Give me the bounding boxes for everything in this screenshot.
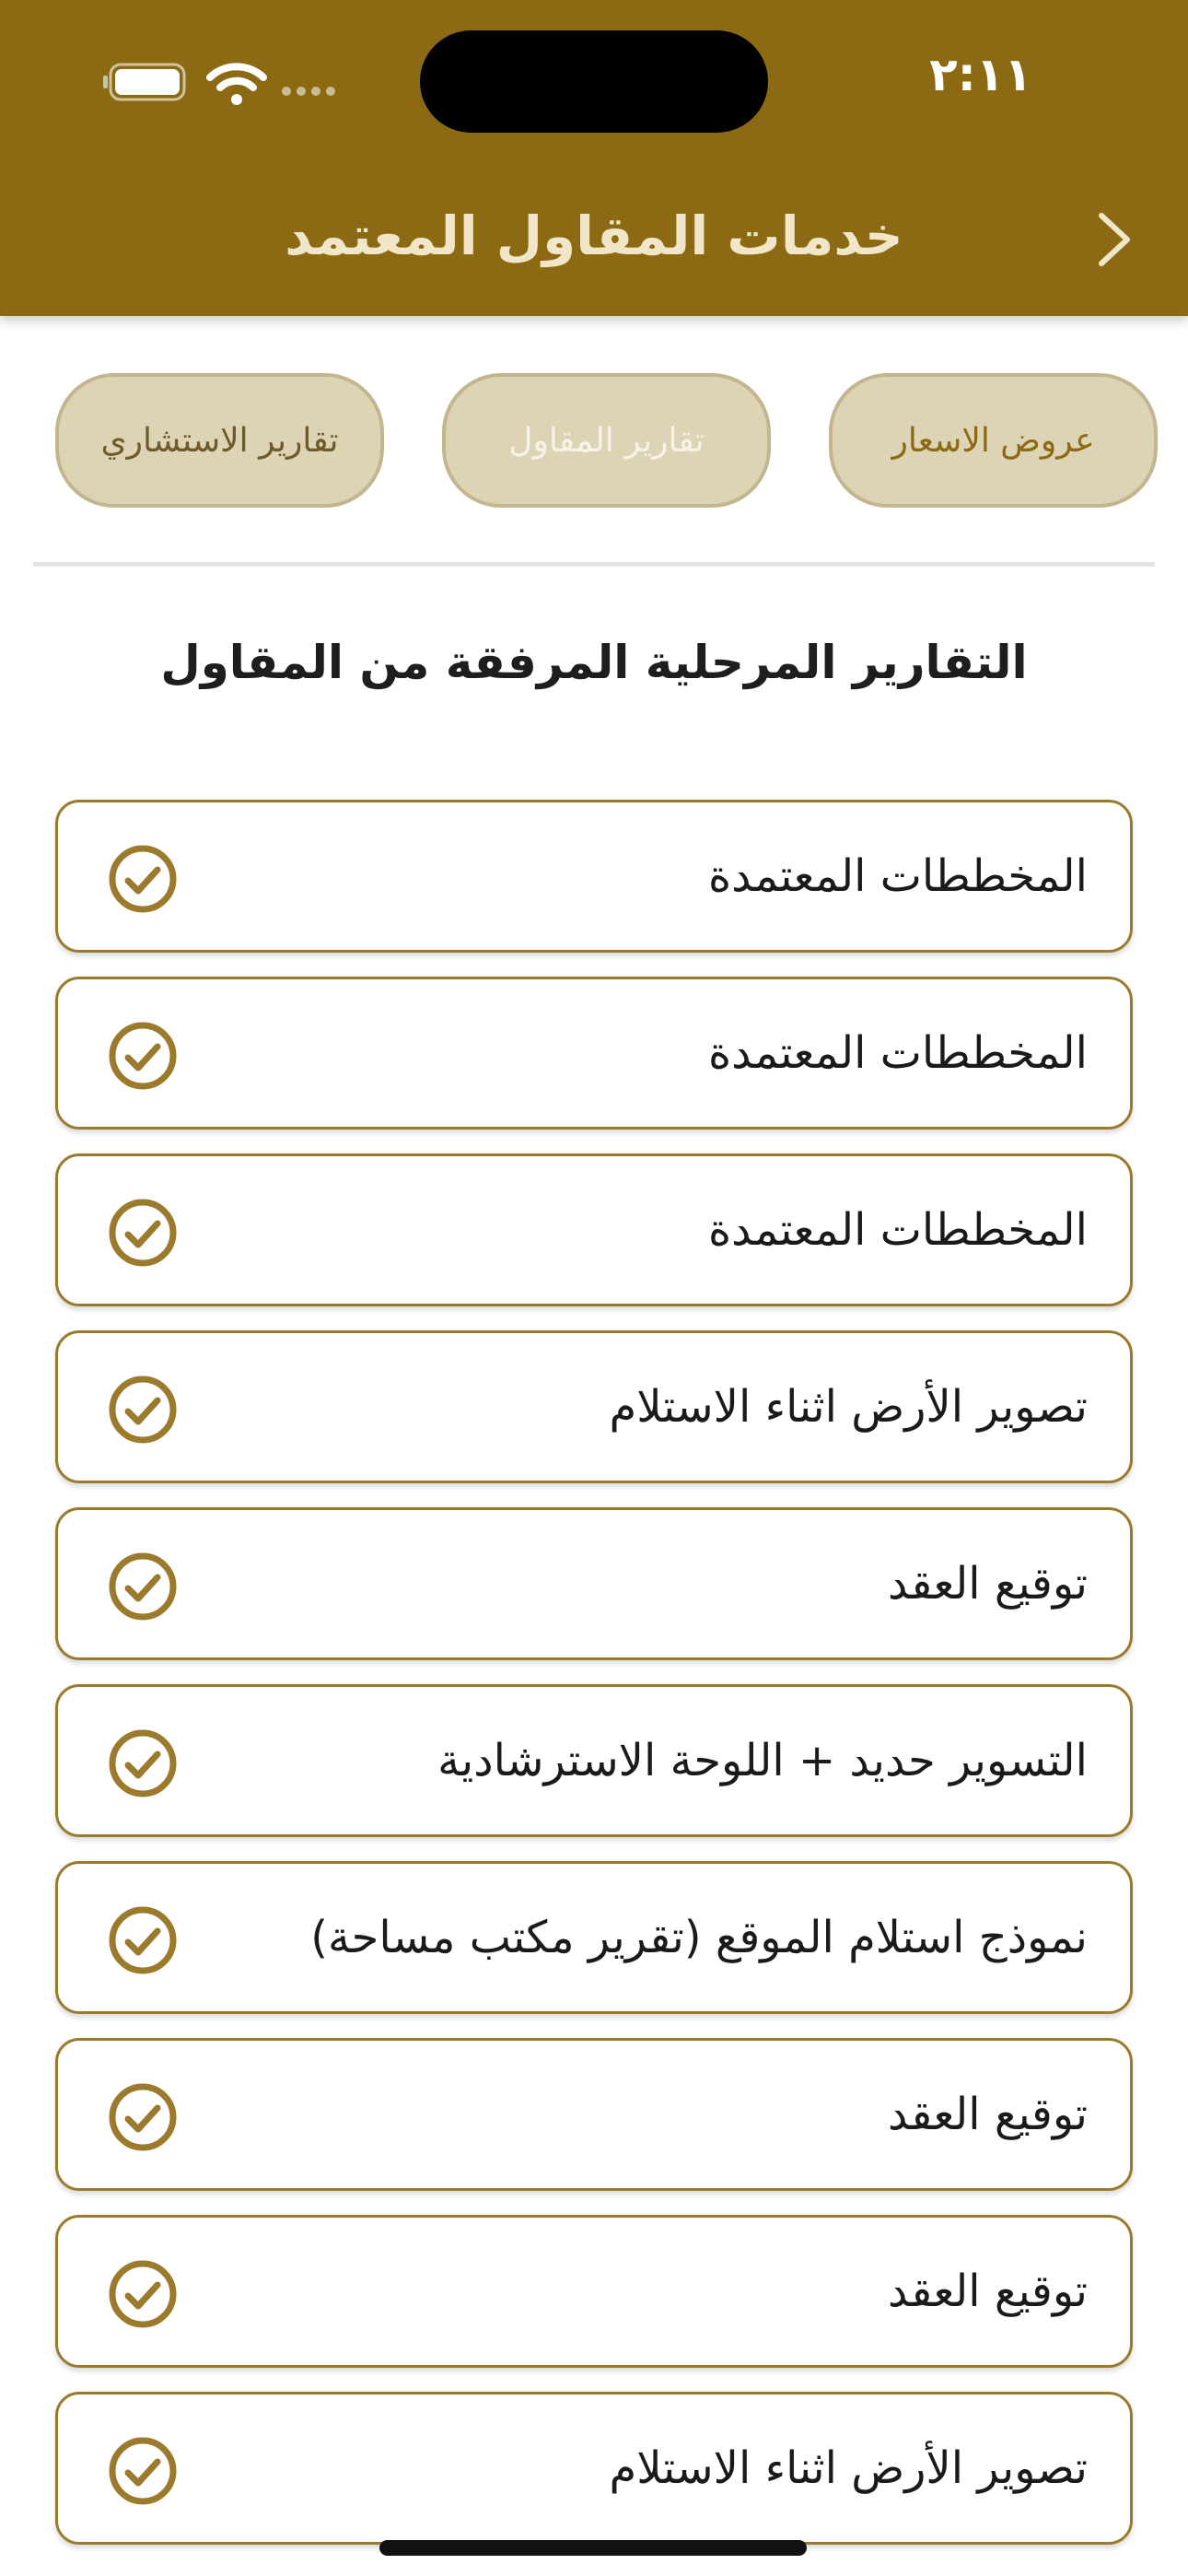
list-item-label: نموذج استلام الموقع (تقرير مكتب مساحة)	[310, 1912, 1088, 1963]
tab-consultant-reports[interactable]: تقارير الاستشاري	[55, 373, 384, 508]
list-item[interactable]: تصوير الأرض اثناء الاستلام	[55, 2392, 1133, 2545]
check-circle-icon	[109, 1729, 177, 1797]
tab-contractor-reports[interactable]: تقارير المقاول	[442, 373, 771, 508]
reports-list: المخططات المعتمدة المخططات المعتمدة المخ…	[55, 800, 1133, 2569]
check-circle-icon	[109, 845, 177, 913]
list-item-label: تصوير الأرض اثناء الاستلام	[609, 1381, 1088, 1433]
battery-icon	[103, 63, 186, 101]
list-item[interactable]: التسوير حديد + اللوحة الاسترشادية	[55, 1684, 1133, 1837]
list-item-label: التسوير حديد + اللوحة الاسترشادية	[437, 1735, 1088, 1786]
check-circle-icon	[109, 1906, 177, 1974]
dynamic-island	[420, 30, 768, 133]
check-circle-icon	[109, 2437, 177, 2505]
check-circle-icon	[109, 1552, 177, 1621]
list-item-label: توقيع العقد	[888, 2089, 1088, 2140]
app-header: ٢:١١ خدمات المقاول المعتمد	[0, 0, 1188, 316]
list-item[interactable]: المخططات المعتمدة	[55, 977, 1133, 1130]
list-item[interactable]: تصوير الأرض اثناء الاستلام	[55, 1330, 1133, 1483]
divider	[33, 562, 1155, 567]
list-item-label: المخططات المعتمدة	[708, 850, 1088, 902]
check-circle-icon	[109, 2083, 177, 2151]
list-item[interactable]: توقيع العقد	[55, 2038, 1133, 2191]
list-item[interactable]: المخططات المعتمدة	[55, 800, 1133, 953]
list-item[interactable]: توقيع العقد	[55, 2215, 1133, 2368]
back-button[interactable]	[1087, 207, 1142, 272]
wifi-icon	[206, 63, 267, 105]
list-item[interactable]: المخططات المعتمدة	[55, 1153, 1133, 1306]
list-item-label: تصوير الأرض اثناء الاستلام	[609, 2442, 1088, 2494]
check-circle-icon	[109, 1022, 177, 1090]
cellular-signal-icon	[282, 87, 335, 96]
page-title: خدمات المقاول المعتمد	[285, 205, 903, 267]
list-item-label: توقيع العقد	[888, 1558, 1088, 1610]
check-circle-icon	[109, 1376, 177, 1444]
list-item-label: المخططات المعتمدة	[708, 1027, 1088, 1079]
chevron-right-icon	[1099, 213, 1130, 266]
tab-price-quotes[interactable]: عروض الاسعار	[829, 373, 1158, 508]
list-item-label: توقيع العقد	[888, 2266, 1088, 2317]
check-circle-icon	[109, 2260, 177, 2328]
list-item[interactable]: نموذج استلام الموقع (تقرير مكتب مساحة)	[55, 1861, 1133, 2014]
home-indicator[interactable]	[379, 2540, 807, 2556]
check-circle-icon	[109, 1199, 177, 1267]
section-title: التقارير المرحلية المرفقة من المقاول	[160, 636, 1028, 689]
list-item[interactable]: توقيع العقد	[55, 1507, 1133, 1660]
list-item-label: المخططات المعتمدة	[708, 1204, 1088, 1256]
tab-bar: عروض الاسعار تقارير المقاول تقارير الاست…	[0, 373, 1188, 511]
status-time: ٢:١١	[929, 48, 1032, 101]
